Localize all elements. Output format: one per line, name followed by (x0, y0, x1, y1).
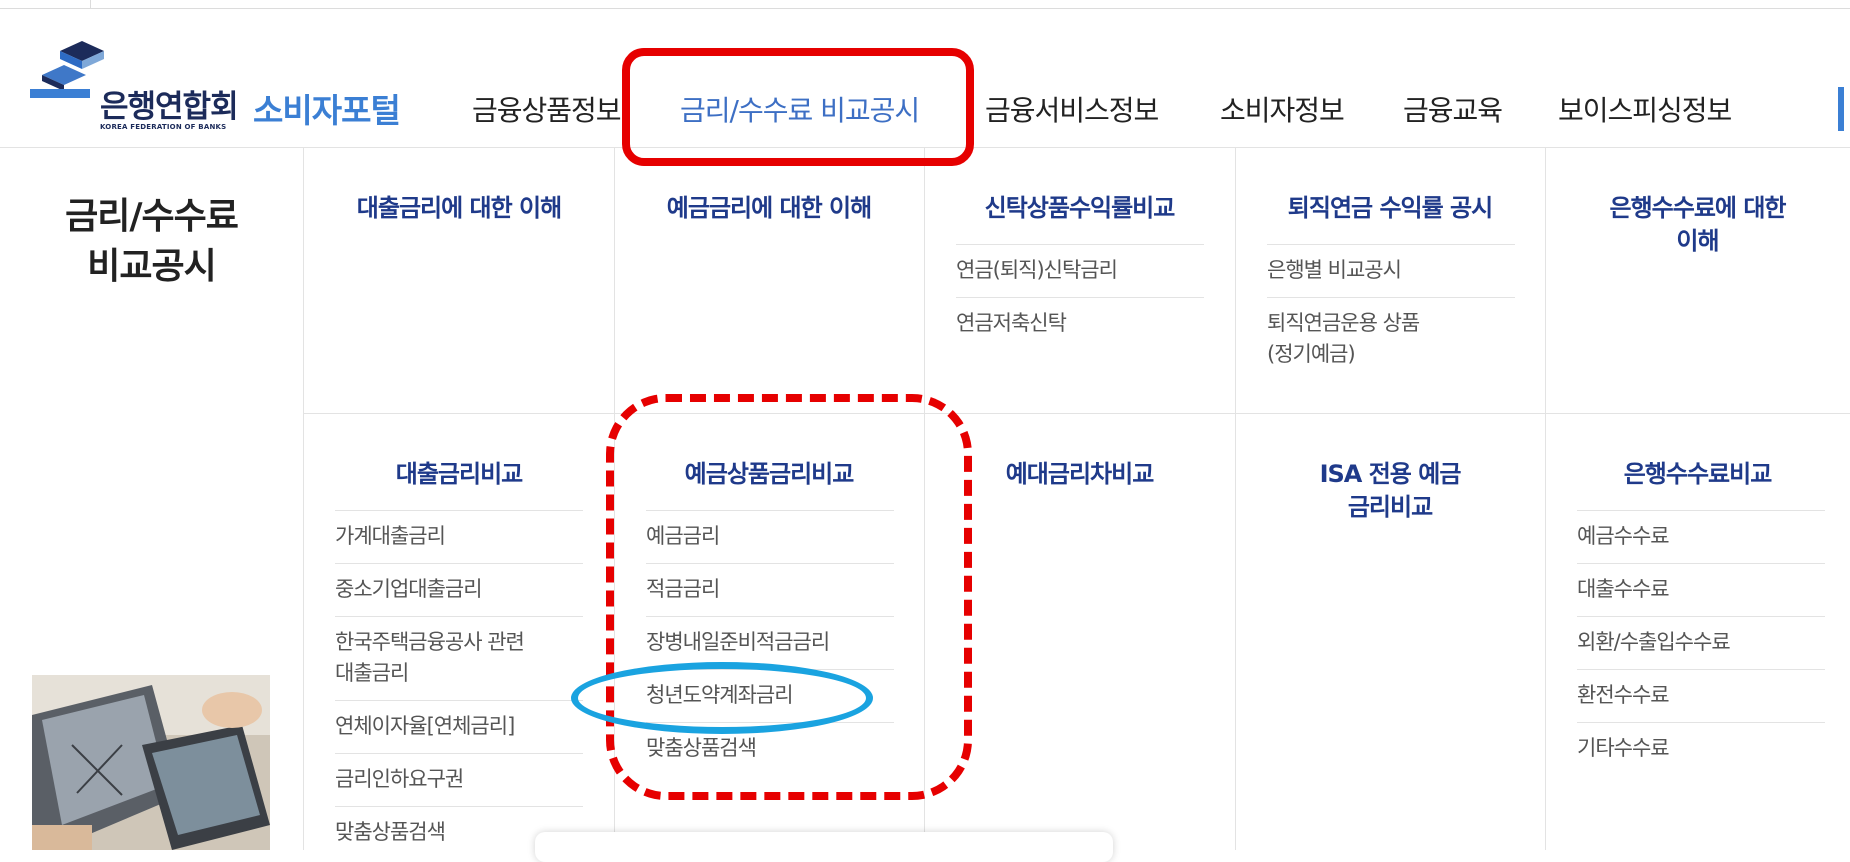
item-separator (335, 700, 583, 701)
item-separator (1577, 616, 1825, 617)
menu-isa-deposit-rate-comparison[interactable]: ISA 전용 예금 금리비교 (1235, 458, 1545, 524)
title-separator (1577, 510, 1825, 511)
menu-item-deposit-fee[interactable]: 예금수수료 (1577, 521, 1670, 552)
menu-item-pension-savings-trust[interactable]: 연금저축신탁 (956, 308, 1067, 339)
side-panel-photo (32, 675, 270, 850)
menu-trust-yield-comparison[interactable]: 신탁상품수익률비교 (924, 192, 1235, 225)
menu-item-other-fee[interactable]: 기타수수료 (1577, 733, 1670, 764)
menu-bank-fee-understanding-line1: 은행수수료에 대한 (1609, 194, 1787, 222)
item-separator (956, 297, 1204, 298)
menu-bank-fee-understanding[interactable]: 은행수수료에 대한 이해 (1545, 192, 1850, 258)
menu-isa-line1: ISA 전용 예금 (1319, 460, 1462, 488)
nav-financial-services[interactable]: 금융서비스정보 (985, 89, 1159, 129)
menu-item-household-loan-rate[interactable]: 가계대출금리 (335, 521, 446, 552)
title-separator (1267, 244, 1515, 245)
menu-item-hf-loan-rate[interactable]: 한국주택금융공사 관련 (335, 627, 525, 658)
nav-financial-education[interactable]: 금융교육 (1403, 89, 1503, 129)
menu-item-rate-cut-request[interactable]: 금리인하요구권 (335, 764, 464, 795)
portal-title[interactable]: 소비자포털 (253, 84, 401, 132)
side-title-line1: 금리/수수료 (65, 196, 239, 237)
menu-item-retirement-pension-product-sub[interactable]: (정기예금) (1267, 339, 1356, 370)
nav-consumer-info[interactable]: 소비자정보 (1220, 89, 1345, 129)
top-utility-strip (0, 0, 1850, 9)
item-separator (1577, 563, 1825, 564)
menu-item-loan-fee[interactable]: 대출수수료 (1577, 574, 1670, 605)
menu-retirement-pension-yield[interactable]: 퇴직연금 수익률 공시 (1235, 192, 1545, 225)
side-panel-title: 금리/수수료 비교공시 (0, 192, 303, 292)
nav-financial-products[interactable]: 금융상품정보 (472, 89, 622, 129)
title-separator (335, 510, 583, 511)
item-separator (1267, 297, 1515, 298)
item-separator (335, 616, 583, 617)
row-divider (304, 413, 1850, 414)
menu-item-fx-trade-fee[interactable]: 외환/수출입수수료 (1577, 627, 1731, 658)
menu-item-exchange-fee[interactable]: 환전수수료 (1577, 680, 1670, 711)
logo-english-text: KOREA FEDERATION OF BANKS (100, 123, 227, 131)
highlight-ellipse-blue (571, 662, 873, 734)
menu-loan-rate-comparison[interactable]: 대출금리비교 (304, 458, 614, 491)
mega-menu-side-panel: 금리/수수료 비교공시 (0, 148, 304, 850)
nav-voice-phishing[interactable]: 보이스피싱정보 (1558, 89, 1732, 129)
floating-popup-edge (535, 832, 1113, 862)
item-separator (1577, 669, 1825, 670)
menu-item-retirement-pension-product[interactable]: 퇴직연금운용 상품 (1267, 308, 1420, 339)
item-separator (335, 753, 583, 754)
laptop-tablet-image-icon (32, 675, 270, 850)
nav-more-icon[interactable] (1838, 87, 1850, 131)
menu-item-custom-product-search[interactable]: 맞춤상품검색 (335, 817, 446, 848)
menu-loan-rate-understanding[interactable]: 대출금리에 대한 이해 (304, 192, 614, 225)
highlight-box-red-dashed (606, 394, 972, 800)
strip-divider (90, 0, 91, 8)
menu-deposit-rate-understanding[interactable]: 예금금리에 대한 이해 (614, 192, 924, 225)
menu-item-bank-comparison[interactable]: 은행별 비교공시 (1267, 255, 1402, 286)
highlight-box-red (622, 48, 974, 166)
menu-item-sme-loan-rate[interactable]: 중소기업대출금리 (335, 574, 483, 605)
menu-item-pension-trust-rate[interactable]: 연금(퇴직)신탁금리 (956, 255, 1118, 286)
menu-isa-line2: 금리비교 (1347, 493, 1433, 521)
site-logo[interactable]: 은행연합회 KOREA FEDERATION OF BANKS (30, 39, 250, 134)
menu-item-overdue-rate[interactable]: 연체이자율[연체금리] (335, 711, 515, 742)
item-separator (335, 806, 583, 807)
menu-bank-fee-understanding-line2: 이해 (1676, 227, 1719, 255)
side-title-line2: 비교공시 (87, 246, 216, 287)
menu-item-hf-loan-rate-sub[interactable]: 대출금리 (335, 658, 409, 689)
item-separator (335, 563, 583, 564)
title-separator (956, 244, 1204, 245)
item-separator (1577, 722, 1825, 723)
logo-korean-text: 은행연합회 (100, 89, 239, 125)
menu-bank-fee-comparison[interactable]: 은행수수료비교 (1545, 458, 1850, 491)
